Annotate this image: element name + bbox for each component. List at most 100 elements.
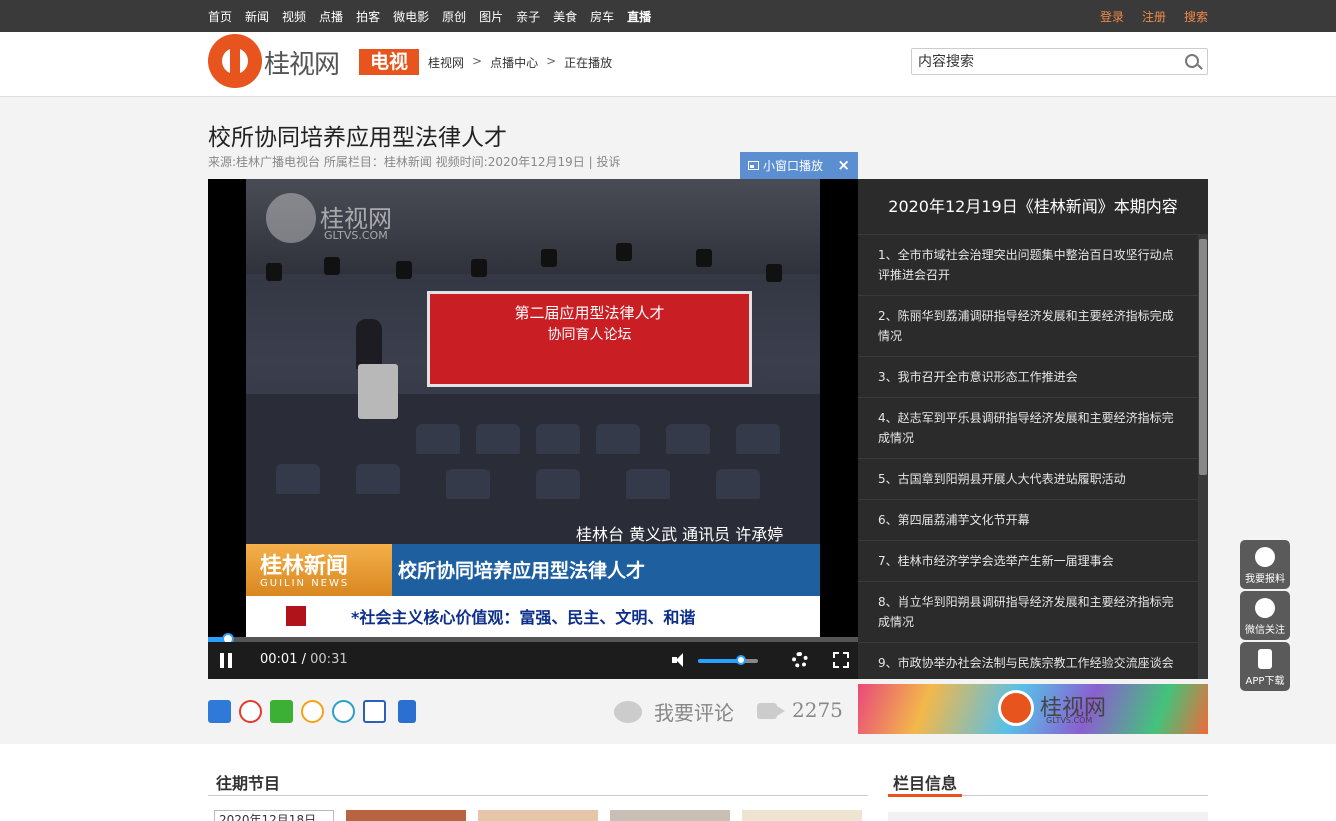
ad-logo-subtext: GLTVS.COM — [1046, 716, 1093, 725]
breadcrumb-vod-center[interactable]: 点播中心 — [490, 54, 538, 71]
search-input[interactable] — [912, 49, 1172, 74]
nav-item-food[interactable]: 美食 — [553, 8, 577, 25]
playlist-item[interactable]: 5、古国章到阳朔县开展人大代表进站履职活动 — [858, 459, 1198, 500]
past-episode-date[interactable]: 2020年12月18日 — [214, 810, 334, 821]
fullscreen-icon[interactable] — [833, 652, 849, 668]
nav-item-original[interactable]: 原创 — [442, 8, 466, 25]
wechat-icon[interactable] — [270, 700, 293, 723]
fullscreen-corner — [843, 662, 849, 668]
volume-slider[interactable] — [698, 655, 758, 665]
gear-icon[interactable] — [792, 652, 808, 668]
tieba-icon[interactable] — [363, 700, 386, 723]
scene-light — [471, 259, 487, 277]
playlist-list: 1、全市市域社会治理突出问题集中整治百日攻坚行动点评推进会召开 2、陈丽华到荔浦… — [858, 235, 1198, 679]
watermark-logo-icon — [266, 193, 316, 243]
scene-light — [766, 264, 782, 282]
scene-light — [396, 261, 412, 279]
nav-item-vod[interactable]: 点播 — [319, 8, 343, 25]
nav-item-cars[interactable]: 房车 — [590, 8, 614, 25]
episode-playlist: 2020年12月19日《桂林新闻》本期内容 1、全市市域社会治理突出问题集中整治… — [858, 179, 1208, 679]
nav-item-live[interactable]: 直播 — [627, 8, 651, 25]
past-episode-thumbnail[interactable] — [742, 810, 862, 821]
scene-seat — [736, 424, 780, 454]
comment-label: 我要评论 — [654, 701, 734, 725]
volume-icon[interactable] — [672, 653, 686, 667]
scene-light — [696, 249, 712, 267]
report-news-button[interactable]: 我要报料 — [1240, 540, 1290, 589]
copy-icon[interactable] — [398, 700, 416, 723]
nav-item-video[interactable]: 视频 — [282, 8, 306, 25]
search-box — [911, 48, 1208, 75]
scene-light — [266, 263, 282, 281]
wechat-follow-button[interactable]: 微信关注 — [1240, 591, 1290, 640]
ad-banner[interactable]: 桂视网 GLTVS.COM — [858, 684, 1208, 734]
playlist-item[interactable]: 8、肖立华到阳朔县调研指导经济发展和主要经济指标完成情况 — [858, 582, 1198, 643]
nav-item-microfilm[interactable]: 微电影 — [393, 8, 429, 25]
column-info-title: 栏目信息 — [893, 774, 958, 793]
past-episode-thumbnail[interactable] — [610, 810, 730, 821]
scene-seat — [666, 424, 710, 454]
site-logo-icon[interactable] — [208, 34, 262, 88]
playlist-scrollbar[interactable] — [1198, 235, 1208, 679]
column-info-box — [888, 812, 1208, 821]
playlist-item[interactable]: 3、我市召开全市意识形态工作推进会 — [858, 357, 1198, 398]
ticker-red-block — [286, 606, 306, 626]
breadcrumb: 桂视网 > 点播中心 > 正在播放 — [428, 54, 620, 71]
playlist-item[interactable]: 7、桂林市经济学学会选举产生新一届理事会 — [858, 541, 1198, 582]
news-brand-cn: 桂林新闻 — [260, 554, 349, 579]
register-link[interactable]: 注册 — [1142, 8, 1166, 25]
video-credit: 桂林台 黄义武 通讯员 许承婷 — [576, 525, 784, 544]
nav-item-paike[interactable]: 拍客 — [356, 8, 380, 25]
app-download-button[interactable]: APP下载 — [1240, 642, 1290, 691]
ticker-text: *社会主义核心价值观：富强、民主、文明、和谐 — [351, 608, 696, 627]
comment-button[interactable]: 我要评论 — [614, 697, 734, 726]
plus-share-icon[interactable] — [208, 700, 231, 723]
nav-item-parenting[interactable]: 亲子 — [516, 8, 540, 25]
playlist-scroll-thumb[interactable] — [1199, 239, 1207, 475]
close-icon[interactable]: × — [837, 156, 850, 174]
scene-speaker — [356, 319, 382, 369]
volume-handle[interactable] — [736, 655, 746, 665]
search-link[interactable]: 搜索 — [1184, 8, 1208, 25]
scene-seat — [276, 464, 320, 494]
p-share-icon[interactable] — [332, 700, 355, 723]
divider — [208, 795, 868, 796]
favorite-star-icon[interactable] — [301, 700, 324, 723]
breadcrumb-separator: > — [472, 54, 483, 68]
breadcrumb-home[interactable]: 桂视网 — [428, 54, 464, 71]
playlist-item[interactable]: 6、第四届荔浦芋文化节开幕 — [858, 500, 1198, 541]
scene-seat — [356, 464, 400, 494]
mini-window-button[interactable]: 小窗口播放 × — [740, 152, 858, 179]
ad-logo-icon — [998, 690, 1034, 726]
site-logo-text[interactable]: 桂视网 — [264, 44, 340, 81]
player-controls: 00:01 / 00:31 — [208, 642, 858, 679]
scene-light — [541, 249, 557, 267]
mini-window-icon — [748, 161, 759, 170]
nav-item-pictures[interactable]: 图片 — [479, 8, 503, 25]
app-download-label: APP下载 — [1245, 676, 1285, 687]
playlist-item[interactable]: 1、全市市域社会治理突出问题集中整治百日攻坚行动点评推进会召开 — [858, 235, 1198, 296]
news-brand: 桂林新闻 GUILIN NEWS — [246, 544, 392, 596]
scene-light — [324, 257, 340, 275]
time-display: 00:01 / 00:31 — [260, 652, 348, 667]
weibo-icon[interactable] — [239, 700, 262, 723]
duration: 00:31 — [310, 652, 348, 667]
past-episode-thumbnail[interactable] — [346, 810, 466, 821]
video-player[interactable]: 第二届应用型法律人才 协同育人论坛 桂视网 GLTVS.COM 桂林台 黄义武 … — [208, 179, 858, 679]
pause-icon[interactable] — [220, 653, 232, 668]
column-info-underline — [888, 794, 962, 797]
past-episode-thumbnail[interactable] — [478, 810, 598, 821]
top-nav: 首页 新闻 视频 点播 拍客 微电影 原创 图片 亲子 美食 房车 直播 登录 … — [0, 0, 1336, 32]
video-meta: 来源:桂林广播电视台 所属栏目：桂林新闻 视频时间:2020年12月19日 | … — [208, 155, 621, 169]
nav-item-home[interactable]: 首页 — [208, 8, 232, 25]
playlist-item[interactable]: 4、赵志军到平乐县调研指导经济发展和主要经济指标完成情况 — [858, 398, 1198, 459]
video-frame[interactable]: 第二届应用型法律人才 协同育人论坛 桂视网 GLTVS.COM 桂林台 黄义武 … — [246, 179, 820, 637]
playlist-item[interactable]: 2、陈丽华到荔浦调研指导经济发展和主要经济指标完成情况 — [858, 296, 1198, 357]
playlist-item[interactable]: 9、市政协举办社会法制与民族宗教工作经验交流座谈会 — [858, 643, 1198, 679]
search-icon[interactable] — [1185, 54, 1199, 68]
nav-item-news[interactable]: 新闻 — [245, 8, 269, 25]
current-time: 00:01 — [260, 652, 298, 667]
login-link[interactable]: 登录 — [1100, 8, 1124, 25]
scene-seat — [416, 424, 460, 454]
wechat-follow-label: 微信关注 — [1245, 625, 1285, 636]
